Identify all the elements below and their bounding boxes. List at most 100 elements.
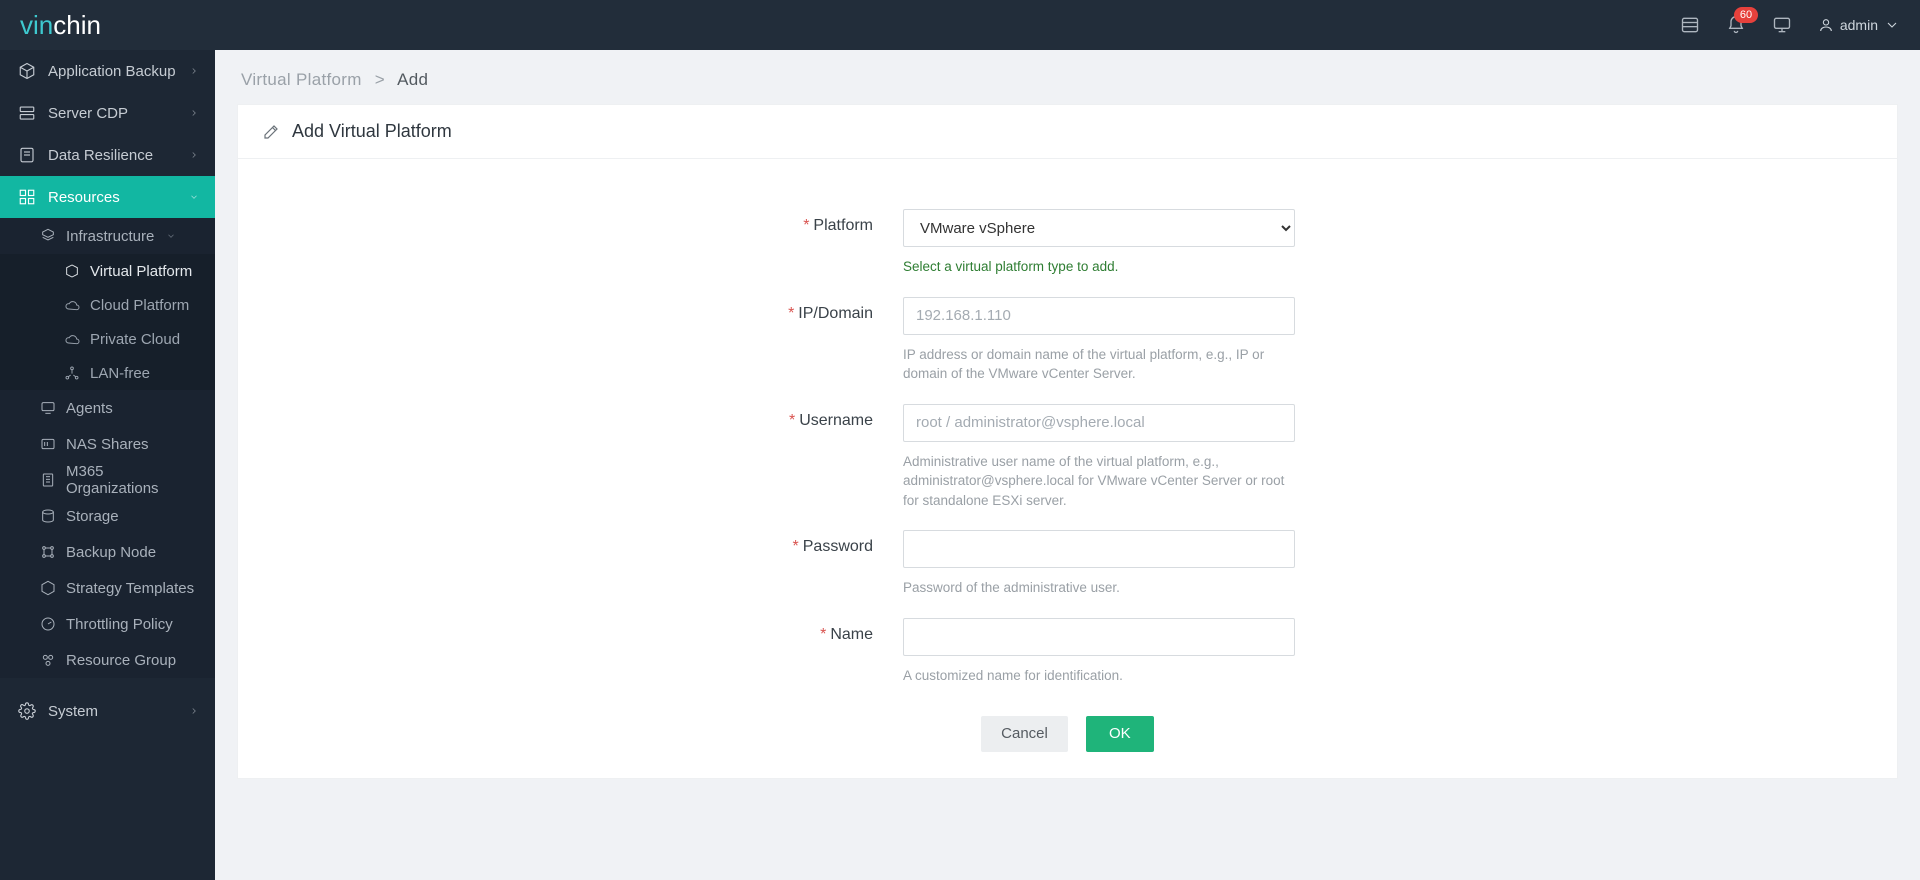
- help-name: A customized name for identification.: [903, 666, 1295, 686]
- ok-button[interactable]: OK: [1086, 716, 1154, 752]
- gauge-icon: [40, 616, 56, 632]
- username: admin: [1840, 17, 1878, 33]
- shield-icon: [18, 146, 36, 164]
- password-input[interactable]: [903, 530, 1295, 568]
- required-mark: *: [793, 538, 799, 555]
- form: *Platform VMware vSphere Select a virtua…: [238, 159, 1897, 778]
- monitor-icon[interactable]: [1772, 15, 1792, 35]
- sidebar-item-resources[interactable]: Resources: [0, 176, 215, 218]
- help-username: Administrative user name of the virtual …: [903, 452, 1295, 511]
- row-name: *Name A customized name for identificati…: [238, 608, 1897, 696]
- label-ip: *IP/Domain: [238, 297, 903, 323]
- cloud-icon: [64, 297, 80, 313]
- help-password: Password of the administrative user.: [903, 578, 1295, 598]
- label-username: *Username: [238, 404, 903, 430]
- sidebar-sub-label: NAS Shares: [66, 436, 149, 453]
- chevron-right-icon: [189, 105, 199, 122]
- sidebar-sub-label: Storage: [66, 508, 119, 525]
- sidebar-leaf-private-cloud[interactable]: Private Cloud: [0, 322, 215, 356]
- brand-part2: chin: [53, 10, 101, 41]
- sidebar-sub-nas-shares[interactable]: NAS Shares: [0, 426, 215, 462]
- sidebar-item-application-backup[interactable]: Application Backup: [0, 50, 215, 92]
- chevron-right-icon: [189, 63, 199, 80]
- username-input[interactable]: [903, 404, 1295, 442]
- desktop-icon: [40, 400, 56, 416]
- server-icon: [18, 104, 36, 122]
- sidebar-sub-strategy-templates[interactable]: Strategy Templates: [0, 570, 215, 606]
- sidebar-item-server-cdp[interactable]: Server CDP: [0, 92, 215, 134]
- sidebar-item-data-resilience[interactable]: Data Resilience: [0, 134, 215, 176]
- sidebar-leaf-label: Cloud Platform: [90, 297, 189, 314]
- required-mark: *: [789, 412, 795, 429]
- chevron-right-icon: [189, 703, 199, 720]
- breadcrumb: Virtual Platform > Add: [215, 50, 1920, 104]
- user-menu[interactable]: admin: [1818, 17, 1900, 33]
- sidebar-sub-label: Resource Group: [66, 652, 176, 669]
- list-icon[interactable]: [1680, 15, 1700, 35]
- brand-logo[interactable]: vin chin: [20, 10, 101, 41]
- main-content: Virtual Platform > Add Add Virtual Platf…: [215, 50, 1920, 880]
- sidebar-item-label: Application Backup: [48, 63, 176, 80]
- sidebar-sub-label: Backup Node: [66, 544, 156, 561]
- sidebar-item-label: Data Resilience: [48, 147, 153, 164]
- chevron-right-icon: [189, 147, 199, 164]
- group-icon: [40, 652, 56, 668]
- sidebar-item-label: System: [48, 703, 98, 720]
- name-input[interactable]: [903, 618, 1295, 656]
- form-actions: Cancel OK: [238, 696, 1897, 752]
- user-icon: [1818, 17, 1834, 33]
- cube-icon: [64, 263, 80, 279]
- panel-title: Add Virtual Platform: [292, 121, 452, 142]
- grid-icon: [18, 188, 36, 206]
- required-mark: *: [788, 305, 794, 322]
- row-ip: *IP/Domain IP address or domain name of …: [238, 287, 1897, 394]
- topbar-right: 60 admin: [1680, 15, 1900, 35]
- label-platform: *Platform: [238, 209, 903, 235]
- sidebar-sub-label: Throttling Policy: [66, 616, 173, 633]
- label-name: *Name: [238, 618, 903, 644]
- topbar: vin chin 60 admin: [0, 0, 1920, 50]
- help-platform: Select a virtual platform type to add.: [903, 257, 1295, 277]
- sidebar-sub-label: Infrastructure: [66, 228, 154, 245]
- breadcrumb-parent[interactable]: Virtual Platform: [241, 70, 362, 89]
- cancel-button[interactable]: Cancel: [981, 716, 1068, 752]
- notification-badge: 60: [1734, 7, 1758, 23]
- breadcrumb-current: Add: [397, 70, 428, 89]
- row-password: *Password Password of the administrative…: [238, 520, 1897, 608]
- sidebar-sub-label: M365 Organizations: [66, 463, 199, 497]
- sidebar-sub-infrastructure[interactable]: Infrastructure: [0, 218, 215, 254]
- sidebar-leaf-lan-free[interactable]: LAN-free: [0, 356, 215, 390]
- sidebar-sub-throttling-policy[interactable]: Throttling Policy: [0, 606, 215, 642]
- breadcrumb-sep: >: [375, 70, 385, 89]
- nas-icon: [40, 436, 56, 452]
- sidebar-item-system[interactable]: System: [0, 690, 215, 732]
- required-mark: *: [803, 217, 809, 234]
- ip-input[interactable]: [903, 297, 1295, 335]
- sidebar-leaf-cloud-platform[interactable]: Cloud Platform: [0, 288, 215, 322]
- sidebar-item-label: Server CDP: [48, 105, 128, 122]
- sidebar-sub-label: Strategy Templates: [66, 580, 194, 597]
- sidebar-sub-backup-node[interactable]: Backup Node: [0, 534, 215, 570]
- sidebar-leaf-label: LAN-free: [90, 365, 150, 382]
- label-password: *Password: [238, 530, 903, 556]
- gear-icon: [18, 702, 36, 720]
- sidebar-leaf-label: Private Cloud: [90, 331, 180, 348]
- cube-icon: [18, 62, 36, 80]
- sidebar: Application Backup Server CDP Data Resil…: [0, 50, 215, 880]
- sidebar-leaf-virtual-platform[interactable]: Virtual Platform: [0, 254, 215, 288]
- bell-icon[interactable]: 60: [1726, 15, 1746, 35]
- boxes-icon: [40, 228, 56, 244]
- org-icon: [40, 472, 56, 488]
- sidebar-sub-m365[interactable]: M365 Organizations: [0, 462, 215, 498]
- sidebar-sub-resource-group[interactable]: Resource Group: [0, 642, 215, 678]
- sidebar-sub-agents[interactable]: Agents: [0, 390, 215, 426]
- chevron-down-icon: [166, 228, 176, 245]
- sidebar-leaf-label: Virtual Platform: [90, 263, 192, 280]
- platform-select[interactable]: VMware vSphere: [903, 209, 1295, 247]
- panel-header: Add Virtual Platform: [238, 105, 1897, 159]
- network-icon: [64, 365, 80, 381]
- disk-icon: [40, 508, 56, 524]
- node-icon: [40, 544, 56, 560]
- cloud-lock-icon: [64, 331, 80, 347]
- sidebar-sub-storage[interactable]: Storage: [0, 498, 215, 534]
